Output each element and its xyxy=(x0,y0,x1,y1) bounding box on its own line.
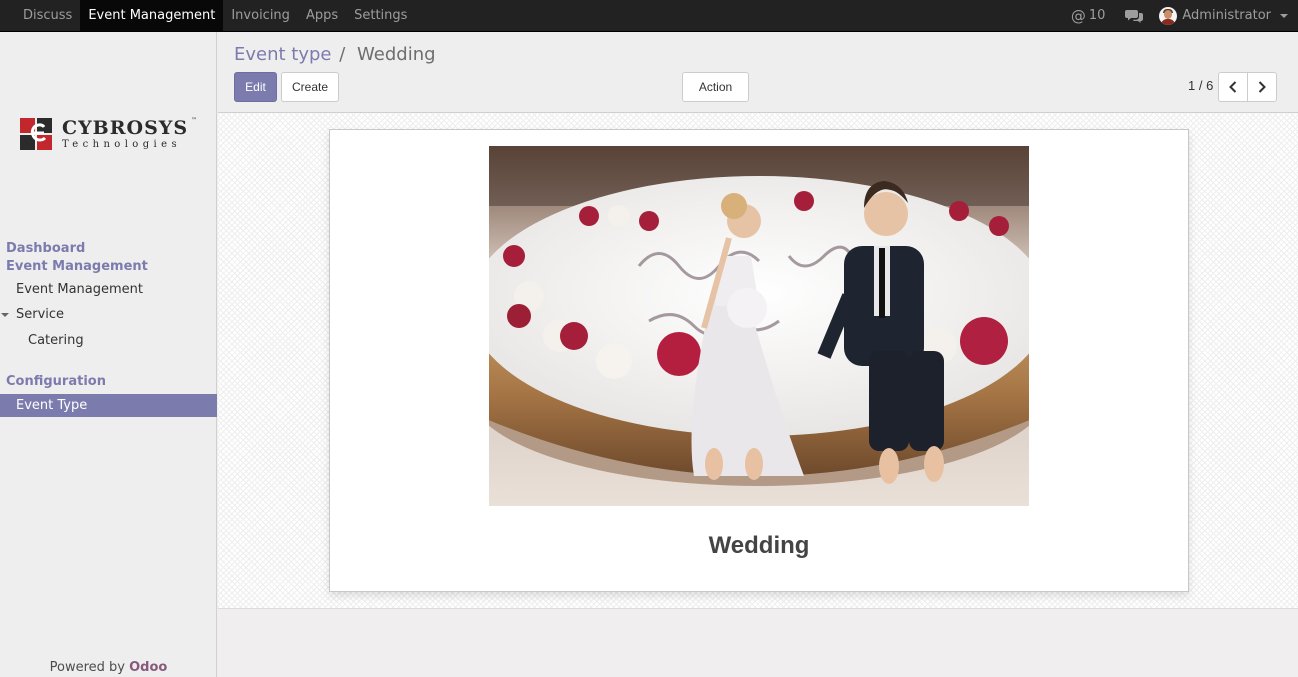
nav-configuration-section: Configuration Event Type xyxy=(0,373,217,417)
edit-button[interactable]: Edit xyxy=(234,72,277,102)
chevron-down-icon xyxy=(1280,13,1288,18)
breadcrumb-current: Wedding xyxy=(357,44,436,65)
mentions-count: 10 xyxy=(1088,8,1106,23)
logo-tagline: Technologies xyxy=(62,139,181,150)
systray: @ 10 Administrator xyxy=(1063,0,1298,31)
breadcrumb-separator: / xyxy=(339,44,346,65)
event-type-image[interactable] xyxy=(489,146,1029,506)
pager-next-button[interactable] xyxy=(1247,72,1277,102)
top-navbar: Discuss Event Management Invoicing Apps … xyxy=(0,0,1298,32)
pager-value[interactable]: 1 / 6 xyxy=(1188,78,1213,93)
create-button[interactable]: Create xyxy=(281,72,339,102)
at-icon: @ xyxy=(1070,6,1086,25)
logo-brand: CYBROSYS xyxy=(62,117,189,139)
sidebar-item-dashboard[interactable]: Dashboard xyxy=(0,240,217,258)
chevron-right-icon xyxy=(1258,81,1266,93)
nav-dashboard-section: Dashboard Event Management Event Managem… xyxy=(0,240,217,353)
powered-by-text: Powered by xyxy=(49,660,130,675)
mentions-button[interactable]: @ 10 xyxy=(1063,7,1114,25)
user-name: Administrator xyxy=(1182,8,1271,23)
company-logo: CYBROSYS ™ Technologies xyxy=(20,117,200,157)
sidebar-item-catering[interactable]: Catering xyxy=(0,328,217,353)
sidebar-item-service-label: Service xyxy=(16,307,65,322)
sidebar-item-event-management[interactable]: Event Management xyxy=(0,277,217,302)
sidebar-item-service[interactable]: Service xyxy=(0,302,217,327)
menu-invoicing[interactable]: Invoicing xyxy=(223,0,298,31)
menu-event-management[interactable]: Event Management xyxy=(80,0,224,31)
app-menu: Discuss Event Management Invoicing Apps … xyxy=(15,0,415,31)
menu-discuss[interactable]: Discuss xyxy=(15,0,80,31)
form-sheet: Wedding xyxy=(329,129,1189,592)
action-label: Action xyxy=(698,80,733,94)
sidebar-item-event-type[interactable]: Event Type xyxy=(0,394,217,417)
odoo-link[interactable]: Odoo xyxy=(129,660,167,675)
breadcrumb-parent[interactable]: Event type xyxy=(234,44,332,65)
sidebar-heading-configuration[interactable]: Configuration xyxy=(0,373,217,391)
chat-bubbles-icon xyxy=(1125,9,1144,23)
chevron-left-icon xyxy=(1229,81,1237,93)
event-type-name: Wedding xyxy=(708,532,810,559)
action-dropdown[interactable]: Action xyxy=(682,72,749,119)
caret-down-icon xyxy=(1,313,9,317)
breadcrumb: Event type / Wedding xyxy=(234,44,436,65)
logo-trademark: ™ xyxy=(191,117,197,124)
form-view: Wedding xyxy=(218,113,1298,609)
sidebar: CYBROSYS ™ Technologies Dashboard Event … xyxy=(0,32,217,677)
avatar xyxy=(1159,6,1178,25)
messaging-button[interactable] xyxy=(1113,9,1155,23)
menu-settings[interactable]: Settings xyxy=(346,0,415,31)
sidebar-heading-event-management[interactable]: Event Management xyxy=(0,258,217,276)
user-menu[interactable]: Administrator xyxy=(1155,6,1298,25)
powered-by: Powered by Odoo xyxy=(0,660,217,675)
cybrosys-logo-icon xyxy=(20,118,52,150)
control-panel: Event type / Wedding Edit Create Action … xyxy=(218,32,1298,119)
menu-apps[interactable]: Apps xyxy=(298,0,346,31)
pager-previous-button[interactable] xyxy=(1218,72,1248,102)
wedding-cake-photo xyxy=(489,146,1029,506)
